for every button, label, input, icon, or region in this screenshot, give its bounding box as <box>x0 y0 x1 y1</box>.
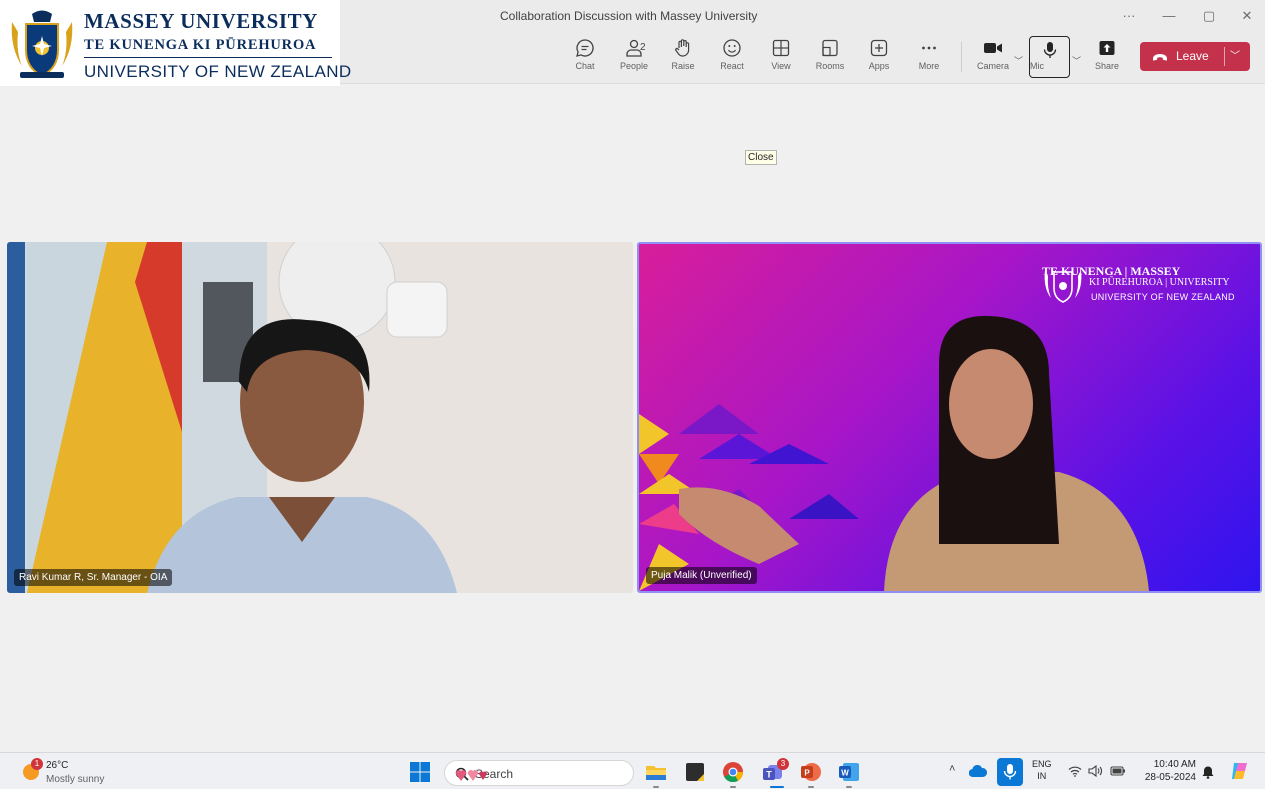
apps-button[interactable]: Apps <box>856 36 902 78</box>
window-title: Collaboration Discussion with Massey Uni… <box>500 9 758 23</box>
people-button[interactable]: 2 People <box>611 36 657 78</box>
svg-text:P: P <box>804 769 810 778</box>
weather-temperature: 26°C <box>46 760 69 771</box>
system-clock[interactable]: 10:40 AM 28-05-2024 <box>1136 758 1196 784</box>
view-button[interactable]: View <box>758 36 804 78</box>
raise-hand-button[interactable]: Raise <box>660 36 706 78</box>
wifi-icon[interactable] <box>1068 765 1082 777</box>
close-tooltip: Close <box>745 150 777 165</box>
logo-divider <box>84 57 332 58</box>
battery-icon[interactable] <box>1110 765 1126 777</box>
smiley-icon <box>723 39 741 57</box>
share-button[interactable]: Share <box>1084 36 1130 78</box>
camera-label: Camera <box>976 61 1009 71</box>
leave-divider <box>1224 47 1225 66</box>
meeting-toolbar: Chat 2 People Raise React View Rooms App… <box>340 32 1265 84</box>
add-apps-icon <box>870 39 888 57</box>
more-options-button[interactable]: ··· <box>1113 4 1145 28</box>
participant-name-tag: Ravi Kumar R, Sr. Manager - OIA <box>14 569 173 586</box>
powerpoint-icon[interactable]: P <box>800 761 822 783</box>
show-hidden-icons-chevron-icon[interactable]: ˄ <box>949 763 955 775</box>
taskbar-search-box[interactable]: Search <box>444 760 634 786</box>
weather-condition: Mostly sunny <box>46 774 105 785</box>
window-title-bar[interactable]: Collaboration Discussion with Massey Uni… <box>340 0 1265 32</box>
toolbar-separator <box>961 42 962 72</box>
rooms-label: Rooms <box>815 61 845 71</box>
mic-label: Mic <box>1030 61 1044 71</box>
volume-icon[interactable] <box>1088 765 1104 777</box>
more-dots-icon <box>922 46 936 50</box>
logo-maori-name: TE KUNENGA KI PŪREHUROA <box>84 37 317 53</box>
leave-button[interactable]: Leave ﹀ <box>1140 42 1250 71</box>
leave-main-action[interactable]: Leave <box>1140 42 1224 71</box>
logo-subtitle: UNIVERSITY OF NEW ZEALAND <box>84 62 352 81</box>
running-indicator <box>730 786 736 788</box>
react-button[interactable]: React <box>709 36 755 78</box>
camera-button[interactable]: Camera <box>970 36 1016 78</box>
mic-button[interactable]: Mic <box>1029 36 1070 78</box>
logo-title: MASSEY UNIVERSITY <box>84 9 319 33</box>
hang-up-phone-icon <box>1152 53 1168 61</box>
copilot-icon[interactable] <box>1229 760 1251 782</box>
more-label: More <box>918 61 940 71</box>
brand-line-2: KI PŪREHUROA | UNIVERSITY <box>1089 277 1230 288</box>
participant-name-tag: Puja Malik (Unverified) <box>646 567 757 584</box>
onedrive-cloud-icon[interactable] <box>969 764 987 778</box>
brand-line-3: UNIVERSITY OF NEW ZEALAND <box>1091 292 1235 302</box>
camera-icon <box>984 43 1002 53</box>
participant-video-tile[interactable]: Ravi Kumar R, Sr. Manager - OIA <box>7 242 633 593</box>
mic-options-chevron-icon[interactable]: ﹀ <box>1072 54 1081 67</box>
chat-icon <box>576 39 594 57</box>
language-code: ENG <box>1032 759 1052 769</box>
minimize-button[interactable]: — <box>1153 4 1185 28</box>
chat-label: Chat <box>575 61 595 71</box>
weather-notification-badge: 1 <box>31 758 43 770</box>
share-label: Share <box>1094 61 1120 71</box>
camera-options-chevron-icon[interactable]: ﹀ <box>1014 54 1023 67</box>
people-count: 2 <box>640 42 646 53</box>
chat-button[interactable]: Chat <box>562 36 608 78</box>
rooms-button[interactable]: Rooms <box>807 36 853 78</box>
file-explorer-icon[interactable] <box>645 761 667 783</box>
raise-hand-icon <box>675 39 690 57</box>
restore-button[interactable]: ▢ <box>1193 4 1225 28</box>
breakout-rooms-icon <box>822 39 838 57</box>
video-feed-ravi <box>7 242 633 593</box>
leave-options-chevron-icon[interactable]: ﹀ <box>1230 42 1240 71</box>
running-indicator <box>653 786 659 788</box>
view-label: View <box>771 61 791 71</box>
share-screen-icon <box>1099 41 1115 55</box>
chrome-browser-icon[interactable] <box>722 761 744 783</box>
microphone-icon <box>1043 42 1056 58</box>
people-label: People <box>619 61 649 71</box>
region-code: IN <box>1037 771 1047 781</box>
word-icon[interactable]: W <box>838 761 860 783</box>
clock-time: 10:40 AM <box>1153 759 1196 770</box>
university-branding: TE KUNENGA | MASSEY KI PŪREHUROA | UNIVE… <box>1042 262 1242 303</box>
massey-crest-icon <box>11 10 73 78</box>
clock-date: 28-05-2024 <box>1144 772 1196 783</box>
input-language-indicator[interactable]: ENG IN <box>1032 758 1052 782</box>
running-indicator <box>846 786 852 788</box>
leave-label: Leave <box>1176 49 1209 63</box>
windows-start-icon[interactable] <box>409 761 431 783</box>
windows-taskbar: 1 26°C Mostly sunny Search T 3 P W ˄ ENG… <box>0 752 1265 789</box>
running-indicator <box>808 786 814 788</box>
more-actions-button[interactable]: More <box>906 36 952 78</box>
apps-label: Apps <box>868 61 890 71</box>
react-label: React <box>720 61 744 71</box>
massey-logo-overlay: MASSEY UNIVERSITY TE KUNENGA KI PŪREHURO… <box>0 0 351 86</box>
teams-notification-badge: 3 <box>777 758 789 770</box>
close-window-button[interactable]: ✕ <box>1231 4 1263 28</box>
microphone-in-use-icon[interactable] <box>997 758 1023 786</box>
search-highlight-hearts-icon <box>455 770 487 781</box>
notification-bell-icon[interactable] <box>1201 765 1215 779</box>
raise-label: Raise <box>671 61 695 71</box>
svg-text:T: T <box>766 770 772 780</box>
active-app-indicator <box>770 786 784 788</box>
svg-text:W: W <box>841 769 849 778</box>
participant-video-tile-active-speaker[interactable]: TE KUNENGA | MASSEY KI PŪREHUROA | UNIVE… <box>637 242 1262 593</box>
grid-view-icon <box>772 39 790 57</box>
sticky-notes-icon[interactable] <box>684 761 706 783</box>
